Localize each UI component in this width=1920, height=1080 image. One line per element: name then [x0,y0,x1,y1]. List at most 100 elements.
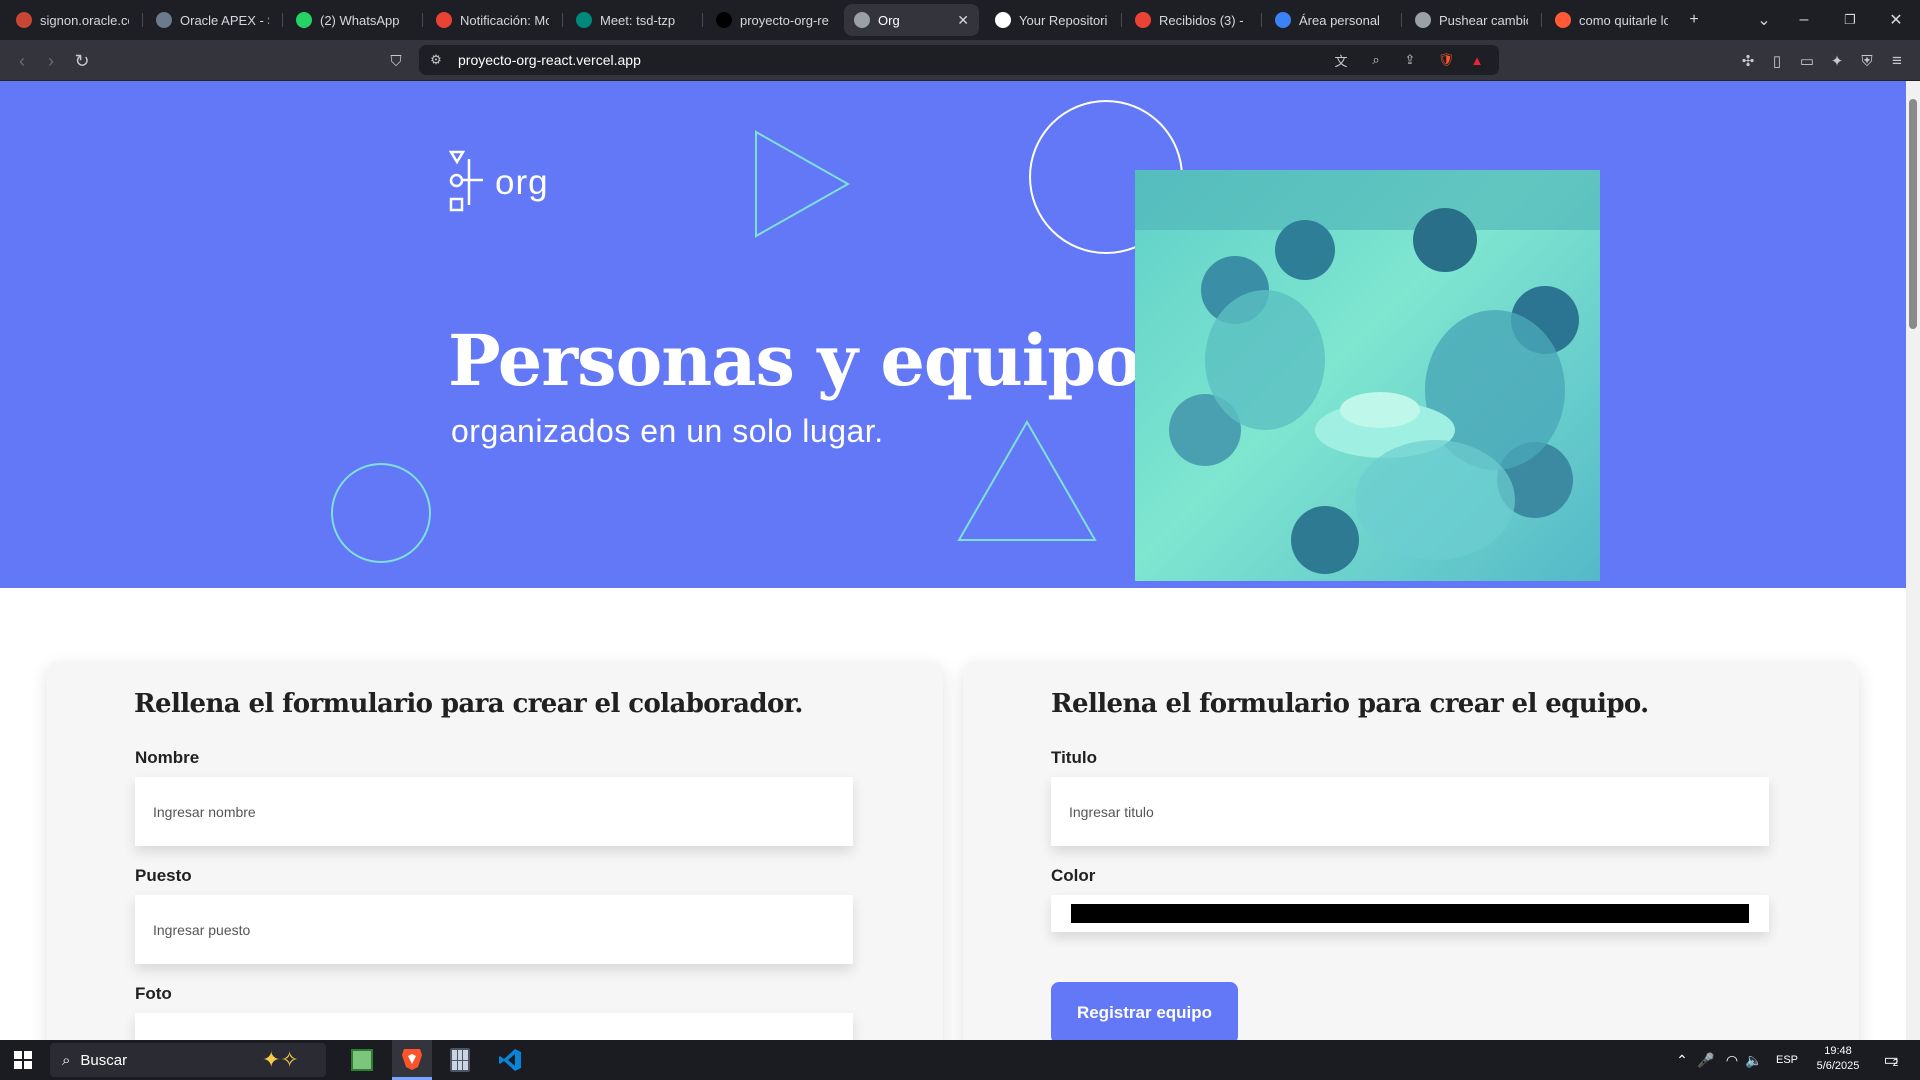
browser-tab-label: Pushear cambios [1439,12,1528,28]
translate-icon[interactable]: 文 [1332,51,1350,69]
search-icon: ⌕ [62,1051,71,1069]
hero-subtitle: organizados en un solo lugar. [451,413,884,449]
register-team-button[interactable]: Registrar equipo [1051,982,1238,1040]
close-window-icon[interactable]: ✕ [1884,8,1908,32]
browser-tab[interactable]: como quitarle lo [1545,4,1678,36]
browser-tab-label: Recibidos (3) - hi [1159,12,1248,28]
tab-separator [1261,13,1262,27]
restore-window-icon[interactable]: ❐ [1838,8,1862,32]
brave-browser-app-icon[interactable] [392,1040,432,1080]
github-icon [995,12,1011,28]
new-tab-button[interactable]: + [1682,8,1706,32]
browser-tab[interactable]: Your Repositories [985,4,1118,36]
browser-tab-label: Meet: tsd-tzp [600,12,676,28]
triangle-up-shape [957,419,1097,541]
browser-tab[interactable]: signon.oracle.com [6,4,139,36]
org-logo[interactable]: org [449,149,549,217]
calculator-app-icon[interactable] [442,1040,478,1080]
volume-icon[interactable]: 🔈 [1744,1040,1764,1080]
brave-rewards-icon[interactable]: ▲ [1468,51,1486,69]
web-page: org Personas y equipos organizados en un… [0,81,1906,1040]
zoom-icon[interactable]: ⌕ [1367,51,1385,69]
browser-tab-label: Oracle APEX - Sign In [180,12,269,28]
vscode-app-icon[interactable] [492,1040,528,1080]
browser-tab[interactable]: Área personal [1265,4,1398,36]
browser-tab-label: Your Repositories [1019,12,1108,28]
color-swatch [1071,904,1749,923]
browser-tab[interactable]: Recibidos (3) - hi [1125,4,1258,36]
browser-tab[interactable]: Pushear cambios [1405,4,1538,36]
notifications-icon[interactable]: ▭ 2 [1876,1040,1906,1080]
brave-shields-icon[interactable]: 🛡 [1437,51,1455,69]
team-form-heading: Rellena el formulario para crear el equi… [1051,689,1649,719]
search-placeholder: Buscar [80,1051,128,1069]
taskbar-search[interactable]: ⌕ Buscar ✦✧ [50,1043,326,1077]
wallet-icon[interactable]: ▭ [1795,49,1819,73]
language-indicator[interactable]: ESP [1772,1053,1802,1068]
role-label: Puesto [135,866,192,885]
name-input[interactable] [135,777,853,846]
brave-search-icon [1555,12,1571,28]
browser-tab-label: como quitarle lo [1579,12,1668,28]
forward-arrow-icon[interactable]: › [39,49,63,73]
leo-ai-icon[interactable]: ✦ [1825,49,1849,73]
share-icon[interactable]: ⇪ [1401,51,1419,69]
browser-tab-label: signon.oracle.com [40,12,129,28]
reload-icon[interactable]: ↻ [70,49,94,73]
tab-list-chevron-icon[interactable]: ⌄ [1752,8,1776,32]
browser-tab[interactable]: proyecto-org-react [706,4,839,36]
hero-banner: org Personas y equipos organizados en un… [0,81,1906,588]
clock[interactable]: 19:48 5/6/2025 [1808,1044,1868,1074]
tab-separator [1121,13,1122,27]
browser-tab[interactable]: Meet: tsd-tzp [566,4,699,36]
logo-text: org [495,163,549,202]
address-bar[interactable]: ⚙ proyecto-org-react.vercel.app 文 ⌕ ⇪ 🛡 … [419,45,1499,75]
page-scrollbar[interactable] [1906,81,1920,1040]
notepad-app-icon[interactable] [344,1040,380,1080]
tab-separator [1401,13,1402,27]
tray-chevron-up-icon[interactable]: ⌃ [1672,1040,1692,1080]
org-tree-icon [449,150,483,212]
browser-tab[interactable]: Org ✕ [844,4,979,36]
url-text[interactable]: proyecto-org-react.vercel.app [458,52,641,68]
team-hands-photo [1135,170,1600,581]
browser-tab-label: Org [878,12,900,28]
back-arrow-icon[interactable]: ‹ [10,49,34,73]
start-button[interactable] [8,1040,38,1080]
microphone-icon[interactable]: 🎤 [1696,1040,1716,1080]
title-input[interactable] [1051,777,1769,846]
browser-tab-label: (2) WhatsApp [320,12,400,28]
browser-tab[interactable]: (2) WhatsApp [286,4,419,36]
team-form-card: Rellena el formulario para crear el equi… [963,661,1859,1040]
browser-tab-label: Área personal [1299,12,1380,28]
color-picker[interactable] [1051,895,1769,932]
browser-tab[interactable]: Oracle APEX - Sign In [146,4,279,36]
extensions-icon[interactable]: ✣ [1736,49,1760,73]
tab-separator [422,13,423,27]
chatgpt-icon [1415,12,1431,28]
bookmark-icon[interactable]: ⛉ [384,49,408,73]
scrollbar-thumb[interactable] [1909,99,1917,329]
wifi-icon[interactable]: ◠ [1722,1040,1742,1080]
vpn-icon[interactable]: ⛨ [1855,49,1879,73]
notification-count: 2 [1892,1057,1899,1069]
moodle-icon [1275,12,1291,28]
gmail-icon [1135,12,1151,28]
browser-tab-label: Notificación: Mo [460,12,549,28]
photo-input[interactable] [135,1013,853,1040]
role-input[interactable] [135,895,853,964]
tab-separator [702,13,703,27]
windows-taskbar: ⌕ Buscar ✦✧ ⌃ 🎤 ◠ 🔈 ESP 19:48 5/6/2025 ▭… [0,1040,1920,1080]
browser-tab-strip: como quitarle lo Pushear cambios Área pers… [0,0,1920,40]
minimize-window-icon[interactable]: – [1792,8,1816,32]
sidebar-icon[interactable]: ▯ [1765,49,1789,73]
clock-time: 19:48 [1824,1045,1852,1057]
photo-label: Foto [135,984,172,1003]
apex-icon [156,12,172,28]
clock-date: 5/6/2025 [1816,1060,1860,1072]
browser-tab[interactable]: Notificación: Mo [426,4,559,36]
tab-separator [1541,13,1542,27]
close-tab-icon[interactable]: ✕ [957,12,969,29]
menu-icon[interactable]: ≡ [1885,49,1909,73]
site-settings-icon[interactable]: ⚙ [427,51,445,69]
